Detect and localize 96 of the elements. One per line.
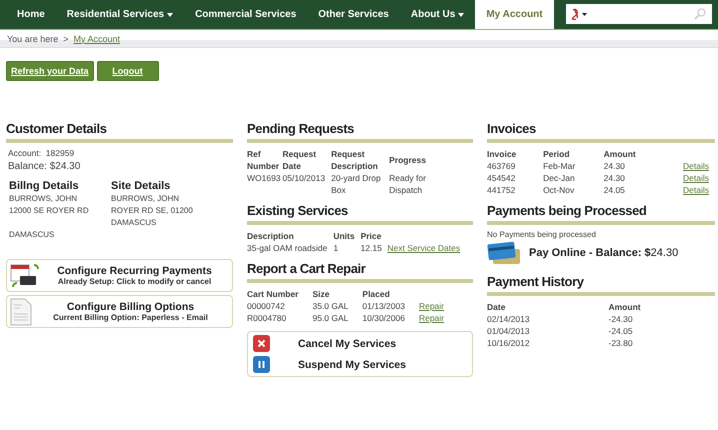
table-cell: 10/16/2012 — [487, 337, 608, 349]
table-cell: 01/13/2003 — [362, 300, 419, 312]
billing-heading: Billng Details — [9, 180, 80, 192]
column-header: Progress — [389, 154, 427, 167]
nav-tab[interactable]: Home — [6, 0, 56, 29]
table-cell: 10/30/2006 — [362, 312, 419, 324]
details-link[interactable]: Details — [683, 161, 709, 171]
breadcrumb-link[interactable]: My Account — [73, 34, 120, 44]
column-header: Units — [333, 230, 356, 242]
table-cell-text: Ready for Dispatch — [389, 172, 427, 196]
action-button[interactable]: Logout — [96, 61, 159, 81]
service-action-link[interactable]: Cancel My Services — [298, 338, 396, 350]
column-header: Description — [247, 230, 334, 242]
document-icon — [10, 298, 32, 326]
column-header: Date — [487, 301, 608, 313]
status-message: No Payments being processed — [487, 230, 597, 239]
section-heading: Pending Requests — [247, 121, 356, 137]
column-header: Size — [312, 288, 362, 300]
nav-tab[interactable]: Residential Services — [56, 0, 184, 29]
option-title: Configure Billing Options — [66, 301, 196, 313]
repair-link[interactable]: Repair — [418, 301, 444, 311]
search-icon[interactable] — [694, 8, 706, 20]
table-cell-text: 05/10/2013 — [282, 172, 326, 185]
table-cell: 35.0 GAL — [312, 300, 362, 312]
section-heading: Customer Details — [6, 121, 108, 137]
column-header: Cart Number — [247, 288, 312, 300]
site-heading: Site Details — [111, 180, 172, 192]
column-header: Placed — [362, 288, 391, 300]
table-cell-text: WO1693 — [247, 172, 282, 185]
table-cell-text: Feb-Mar — [543, 160, 576, 172]
calendar-card-icon — [10, 262, 40, 288]
credit-card-icon — [487, 241, 521, 265]
nav-tab[interactable]: Commercial Services — [184, 0, 308, 29]
table-cell-text: 454542 — [487, 172, 516, 184]
address-line: BURROWS, JOHN — [9, 194, 77, 203]
account-text: Account: 182959 — [8, 148, 76, 158]
address-line: ROYER RD SE, 01200 — [111, 206, 193, 215]
table-cell: R0004780 — [247, 312, 312, 324]
column-header: Amount — [604, 148, 637, 160]
pause-icon — [253, 356, 270, 373]
column-header: Request Date — [282, 148, 318, 172]
caret-icon — [458, 12, 464, 16]
section-heading: Report a Cart Repair — [247, 261, 367, 277]
repair-link[interactable]: Repair — [418, 313, 444, 323]
table-cell-text: -24.05 — [608, 325, 634, 337]
section-heading: Payment History — [487, 274, 585, 290]
column-header: Price — [360, 230, 382, 242]
column-header: Ref Number — [247, 148, 280, 172]
table-cell-text: 441752 — [487, 184, 516, 196]
option-subtitle: Current Billing Option: Paperless - Email — [52, 313, 209, 322]
column-header: Period — [543, 148, 604, 160]
option-title: Configure Recurring Payments — [56, 265, 213, 277]
service-dates-link[interactable]: Next Service Dates — [387, 243, 460, 253]
section-heading: Payments being Processed — [487, 203, 648, 219]
address-line: 12000 SE ROYER RD — [9, 206, 89, 215]
table-cell-text: 20-yard Drop Box — [331, 172, 382, 196]
breadcrumb-label: You are here — [7, 34, 58, 44]
table-cell-text: 24.30 — [604, 160, 626, 172]
service-action-link[interactable]: Suspend My Services — [298, 358, 406, 370]
search-field[interactable] — [566, 4, 712, 24]
section-heading: Invoices — [487, 121, 537, 137]
details-link[interactable]: Details — [683, 173, 709, 183]
option-card[interactable]: Configure Billing Options Current Billing Option: Paperless - Email — [6, 295, 233, 328]
table-cell: 01/04/2013 — [487, 325, 608, 337]
action-button[interactable]: Refresh your Data — [6, 61, 94, 81]
column-header: Amount — [608, 301, 642, 313]
table-cell-text: Dec-Jan — [543, 172, 576, 184]
details-link[interactable]: Details — [683, 185, 709, 195]
address-line: DAMASCUS — [111, 218, 156, 227]
table-cell-text: 24.30 — [604, 172, 626, 184]
pay-online-link[interactable]: Pay Online - Balance: $24.30 — [529, 247, 678, 259]
table-cell-text: 1 — [333, 242, 340, 254]
table-cell: 02/14/2013 — [487, 313, 608, 325]
caret-icon — [167, 12, 174, 16]
address-line: BURROWS, JOHN — [111, 194, 179, 203]
table-cell-text: -24.30 — [608, 313, 634, 325]
breadcrumb-separator: > — [63, 34, 68, 44]
table-cell: 12.15 — [360, 242, 388, 254]
column-header: Request Description — [331, 148, 379, 172]
table-cell-text: -23.80 — [608, 337, 634, 349]
table-cell-text: 35-gal OAM roadside — [247, 242, 328, 254]
table-cell-text: 463769 — [487, 160, 516, 172]
option-subtitle: Already Setup: Click to modify or cancel — [56, 277, 212, 286]
nav-tab[interactable]: Other Services — [307, 0, 400, 29]
table-cell-text: 24.05 — [604, 184, 626, 196]
nav-tab[interactable]: About Us — [400, 0, 476, 29]
nav-tab[interactable]: My Account — [475, 0, 554, 29]
option-card[interactable]: Configure Recurring Payments Already Setup: Click to modify or cancel — [6, 259, 233, 292]
address-line: DAMASCUS — [9, 229, 54, 241]
close-icon — [253, 335, 270, 352]
table-cell: 00000742 — [247, 300, 312, 312]
section-heading: Existing Services — [247, 203, 349, 219]
balance-text: Balance: $24.30 — [8, 161, 82, 172]
table-cell-text: 95.0 GAL — [312, 312, 350, 324]
table-cell-text: Oct-Nov — [543, 184, 576, 196]
column-header: Invoice — [487, 148, 518, 160]
